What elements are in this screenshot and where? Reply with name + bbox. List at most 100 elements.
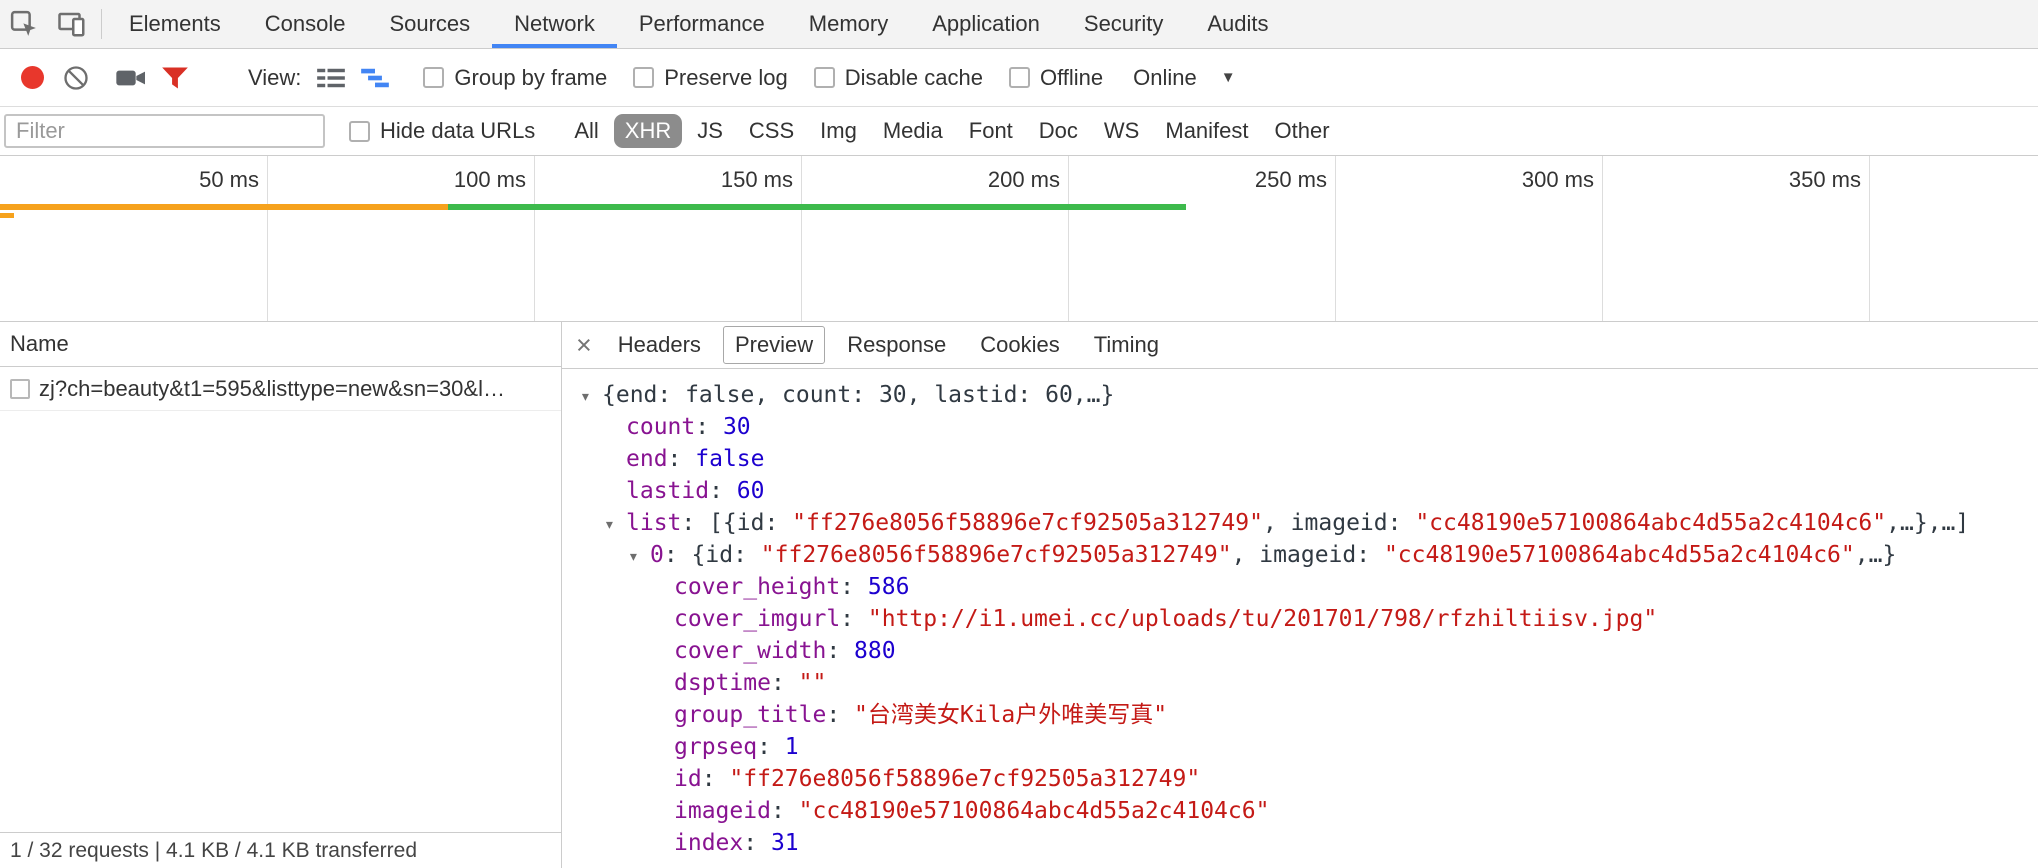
filter-type-xhr[interactable]: XHR — [614, 114, 682, 148]
name-column-header[interactable]: Name — [0, 322, 561, 367]
token-str: "cc48190e57100864abc4d55a2c4104c6" — [1384, 542, 1855, 568]
resource-type-filters: AllXHRJSCSSImgMediaFontDocWSManifestOthe… — [561, 114, 1342, 148]
overview-toggle[interactable] — [353, 56, 397, 100]
tab-security[interactable]: Security — [1062, 0, 1185, 48]
checkbox-preserve-log[interactable]: Preserve log — [633, 65, 788, 91]
token-key: index — [674, 830, 743, 856]
clear-button[interactable] — [54, 56, 98, 100]
tree-row[interactable]: ▾{end: false, count: 30, lastid: 60,…} — [562, 379, 2038, 411]
requests-panel: Name zj?ch=beauty&t1=595&listtype=new&sn… — [0, 322, 562, 868]
token-str: "http://i1.umei.cc/uploads/tu/201701/798… — [868, 606, 1657, 632]
tab-application[interactable]: Application — [910, 0, 1062, 48]
screenshot-button[interactable] — [109, 56, 153, 100]
tree-row[interactable]: group_title: "台湾美女Kila户外唯美写真" — [562, 699, 2038, 731]
filter-type-all[interactable]: All — [563, 114, 609, 148]
token-str: "台湾美女Kila户外唯美写真" — [854, 702, 1167, 728]
token-plain: ,…} — [1855, 542, 1897, 568]
detail-tab-headers[interactable]: Headers — [606, 326, 713, 364]
inspect-element-button[interactable] — [0, 0, 48, 48]
detail-tab-response[interactable]: Response — [835, 326, 958, 364]
tab-elements[interactable]: Elements — [107, 0, 243, 48]
filter-bar: Hide data URLs AllXHRJSCSSImgMediaFontDo… — [0, 107, 2038, 156]
waterfall-view-icon — [360, 66, 390, 90]
name-header-label: Name — [10, 331, 69, 357]
detail-tab-timing[interactable]: Timing — [1082, 326, 1171, 364]
filter-type-manifest[interactable]: Manifest — [1154, 114, 1259, 148]
expand-arrow-icon[interactable]: ▾ — [628, 541, 650, 573]
timeline-label: 50 ms — [199, 156, 259, 203]
expand-arrow-icon[interactable]: ▾ — [580, 381, 602, 413]
hide-data-urls-checkbox[interactable]: Hide data URLs — [349, 118, 535, 144]
tree-row[interactable]: cover_imgurl: "http://i1.umei.cc/uploads… — [562, 603, 2038, 635]
tree-row[interactable]: count: 30 — [562, 411, 2038, 443]
detail-tab-cookies[interactable]: Cookies — [968, 326, 1071, 364]
tree-row[interactable]: ▾0: {id: "ff276e8056f58896e7cf92505a3127… — [562, 539, 2038, 571]
token-plain: : — [668, 446, 696, 472]
timeline-gridline — [1068, 156, 1069, 321]
tree-row[interactable]: end: false — [562, 443, 2038, 475]
tab-memory[interactable]: Memory — [787, 0, 910, 48]
summary-bar: 1 / 32 requests | 4.1 KB / 4.1 KB transf… — [0, 832, 561, 868]
checkbox-offline[interactable]: Offline — [1009, 65, 1103, 91]
close-detail-button[interactable]: × — [576, 332, 600, 359]
token-key: list — [626, 510, 681, 536]
token-plain: : — [743, 830, 771, 856]
detail-tab-preview[interactable]: Preview — [723, 326, 825, 364]
timeline-label: 100 ms — [454, 156, 526, 203]
checkbox-box-icon — [423, 67, 444, 88]
filter-type-img[interactable]: Img — [809, 114, 868, 148]
checkbox-disable-cache[interactable]: Disable cache — [814, 65, 983, 91]
timeline-label: 350 ms — [1789, 156, 1861, 203]
token-plain: : — [757, 734, 785, 760]
token-plain: : — [840, 574, 868, 600]
filter-input[interactable] — [4, 114, 325, 148]
throttling-value: Online — [1133, 65, 1197, 91]
tab-network[interactable]: Network — [492, 0, 617, 48]
filter-type-font[interactable]: Font — [958, 114, 1024, 148]
large-rows-toggle[interactable] — [309, 56, 353, 100]
token-plain: : {id: — [664, 542, 761, 568]
tab-performance[interactable]: Performance — [617, 0, 787, 48]
device-toolbar-button[interactable] — [48, 0, 96, 48]
token-plain: : — [695, 414, 723, 440]
tree-row[interactable]: id: "ff276e8056f58896e7cf92505a312749" — [562, 763, 2038, 795]
overview-bar — [0, 213, 14, 218]
funnel-icon — [161, 65, 189, 91]
checkbox-box-icon — [349, 121, 370, 142]
tree-row[interactable]: cover_height: 586 — [562, 571, 2038, 603]
filter-type-ws[interactable]: WS — [1093, 114, 1150, 148]
timeline-gridline — [534, 156, 535, 321]
token-plain: : — [826, 702, 854, 728]
tree-row[interactable]: cover_width: 880 — [562, 635, 2038, 667]
tab-console[interactable]: Console — [243, 0, 368, 48]
checkbox-box-icon — [1009, 67, 1030, 88]
request-row[interactable]: zj?ch=beauty&t1=595&listtype=new&sn=30&l… — [0, 367, 561, 411]
token-num: 31 — [771, 830, 799, 856]
token-plain: : — [771, 670, 799, 696]
tree-row[interactable]: index: 31 — [562, 827, 2038, 859]
expand-arrow-icon[interactable]: ▾ — [604, 509, 626, 541]
tree-row[interactable]: grpseq: 1 — [562, 731, 2038, 763]
tree-row[interactable]: ▾list: [{id: "ff276e8056f58896e7cf92505a… — [562, 507, 2038, 539]
record-button[interactable] — [10, 56, 54, 100]
tree-row[interactable]: lastid: 60 — [562, 475, 2038, 507]
tree-row[interactable]: dsptime: "" — [562, 667, 2038, 699]
detail-tabbar: × Headers Preview Response Cookies Timing — [562, 322, 2038, 369]
throttling-select[interactable]: Online ▼ — [1133, 65, 1235, 91]
tree-row[interactable]: imageid: "cc48190e57100864abc4d55a2c4104… — [562, 795, 2038, 827]
filter-toggle-button[interactable] — [153, 56, 197, 100]
timeline-overview[interactable]: 50 ms100 ms150 ms200 ms250 ms300 ms350 m… — [0, 156, 2038, 322]
detail-panel: × Headers Preview Response Cookies Timing ▾{… — [562, 322, 2038, 868]
checkbox-group-by-frame[interactable]: Group by frame — [423, 65, 607, 91]
filter-type-media[interactable]: Media — [872, 114, 954, 148]
filter-type-js[interactable]: JS — [686, 114, 734, 148]
filter-type-css[interactable]: CSS — [738, 114, 805, 148]
tab-sources[interactable]: Sources — [367, 0, 492, 48]
filter-type-other[interactable]: Other — [1264, 114, 1341, 148]
tab-audits[interactable]: Audits — [1185, 0, 1290, 48]
filter-type-doc[interactable]: Doc — [1028, 114, 1089, 148]
clear-icon — [62, 64, 90, 92]
list-view-icon — [316, 66, 346, 90]
token-num: false — [695, 446, 764, 472]
device-icon — [57, 9, 87, 39]
